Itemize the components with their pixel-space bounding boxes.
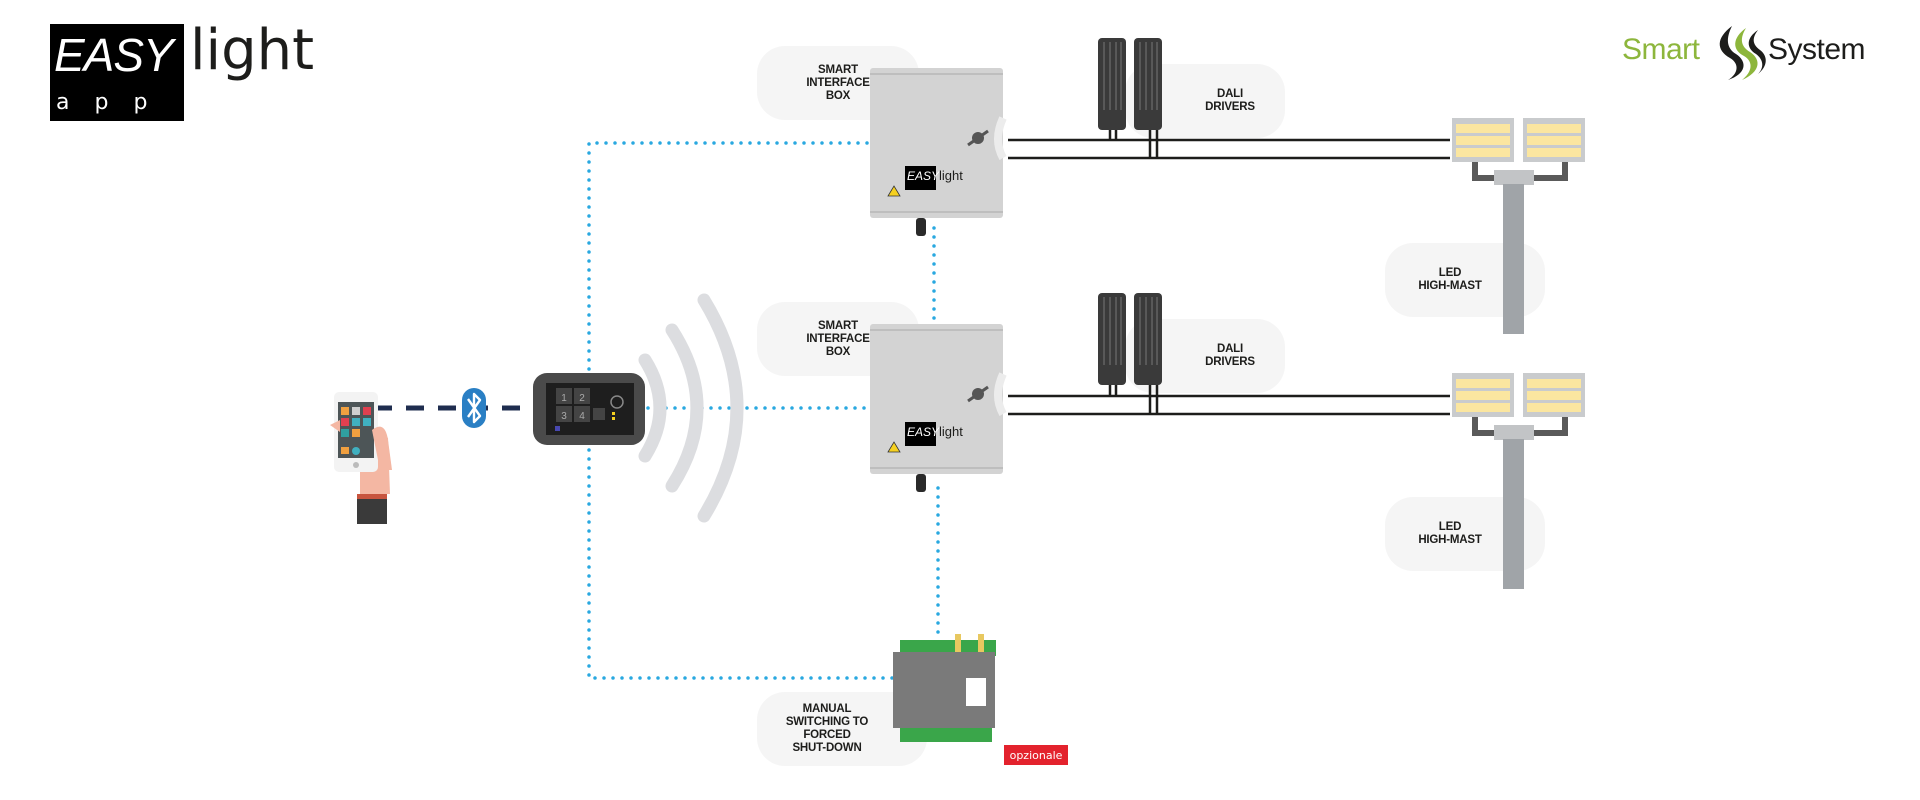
gateway-key-1: 1 bbox=[561, 393, 567, 404]
link-gateway-to-manual-switch bbox=[587, 448, 907, 680]
optional-badge: opzionale bbox=[1004, 745, 1068, 765]
gateway-key-2: 2 bbox=[579, 393, 585, 404]
led-high-mast-2 bbox=[1452, 373, 1585, 589]
gateway-key-4: 4 bbox=[579, 411, 585, 422]
smart-interface-box-1: EASY light bbox=[870, 68, 1007, 236]
smartphone-hand-icon bbox=[330, 392, 392, 524]
dali-driver-pair-1 bbox=[1098, 38, 1162, 130]
box-logo-light: light bbox=[939, 424, 963, 439]
wireless-gateway-icon: 1 2 3 4 bbox=[533, 373, 645, 445]
box-logo-light: light bbox=[939, 168, 963, 183]
system-diagram: 1 2 3 4 EASY light EASY light bbox=[330, 38, 1585, 742]
bluetooth-icon bbox=[462, 388, 486, 428]
led-high-mast-1 bbox=[1452, 118, 1585, 334]
cables-row-1 bbox=[1008, 128, 1450, 160]
smart-interface-box-2: EASY light bbox=[870, 324, 1007, 492]
manual-switch-module bbox=[893, 634, 996, 742]
gateway-key-3: 3 bbox=[561, 411, 567, 422]
cables-row-2 bbox=[1008, 384, 1450, 416]
box-logo-easy: EASY bbox=[907, 169, 940, 183]
wireless-signal-icon bbox=[638, 293, 744, 523]
dali-driver-pair-2 bbox=[1098, 293, 1162, 385]
box-logo-easy: EASY bbox=[907, 425, 940, 439]
